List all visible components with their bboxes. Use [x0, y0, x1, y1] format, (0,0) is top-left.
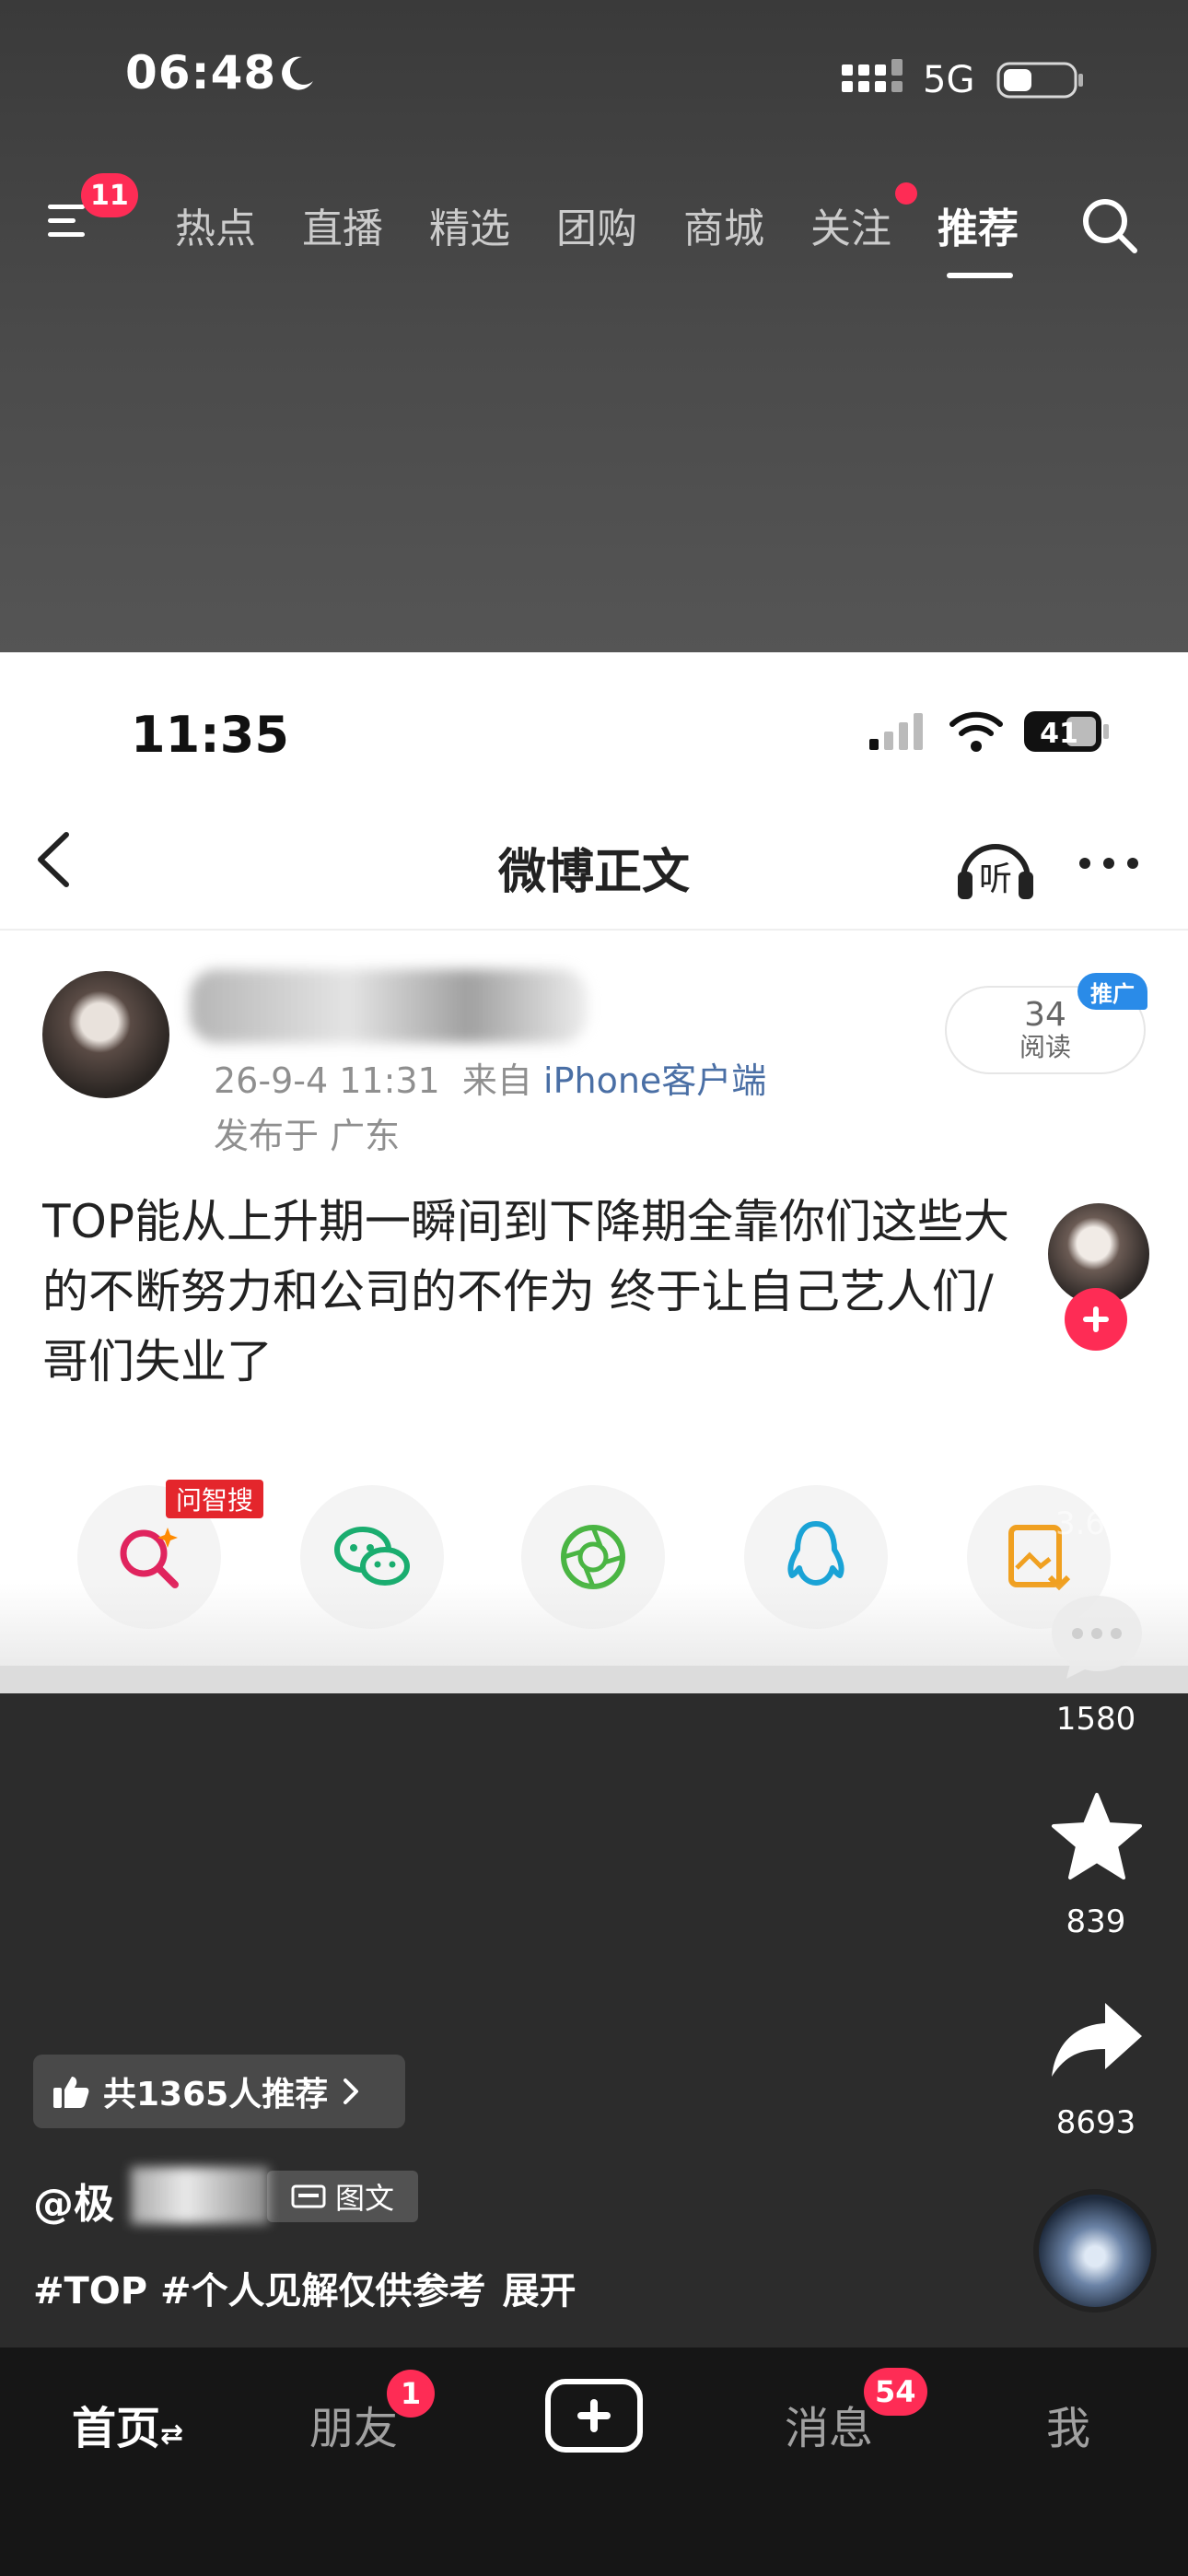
- weibo-post-meta: 26-9-4 11:31 来自 iPhone客户端: [214, 1052, 766, 1103]
- create-post-button[interactable]: [545, 2379, 643, 2453]
- thumbs-up-icon: [53, 2077, 89, 2108]
- status-time: 06:48: [125, 46, 277, 100]
- plus-icon: [577, 2399, 611, 2432]
- hashtags-line: #TOP #个人见解仅供参考 展开: [33, 2261, 577, 2314]
- comment-icon[interactable]: [1046, 1590, 1147, 1682]
- plus-icon: [1083, 1306, 1109, 1332]
- expand-link[interactable]: 展开: [503, 2270, 577, 2313]
- post-type-label: 图文: [334, 2181, 394, 2216]
- battery-icon: [996, 62, 1083, 99]
- more-icon[interactable]: [1076, 849, 1142, 877]
- like-count: 3.6万: [1054, 1505, 1137, 1542]
- weibo-screenshot[interactable]: 11:35 41 微博正文 听 26-9-4 11:31 来自 iPhone客户…: [0, 652, 1188, 1693]
- weibo-battery-level: 41: [1040, 718, 1078, 750]
- recommend-pill[interactable]: 共1365人推荐: [33, 2055, 405, 2128]
- post-time: 26-9-4 11:31: [214, 1060, 440, 1101]
- signal-icon: [842, 59, 903, 92]
- tab-messages[interactable]: 消息: [785, 2392, 873, 2456]
- music-disc[interactable]: [1033, 2189, 1157, 2313]
- weibo-author-name-blurred: [190, 969, 588, 1043]
- read-count: 34: [1024, 996, 1066, 1034]
- headphones-icon[interactable]: 听: [954, 829, 1037, 903]
- post-location: 发布于 广东: [214, 1116, 401, 1156]
- post-type-tag: 图文: [267, 2171, 418, 2222]
- like-icon[interactable]: [1046, 1389, 1147, 1481]
- read-label: 阅读: [1019, 1032, 1071, 1062]
- tab-friends[interactable]: 朋友: [309, 2392, 398, 2456]
- search-icon[interactable]: [1077, 193, 1142, 258]
- tab-featured[interactable]: 精选: [429, 195, 510, 254]
- tab-following[interactable]: 关注: [810, 195, 891, 254]
- follow-button[interactable]: [1065, 1288, 1127, 1351]
- chevron-right-icon: [344, 2078, 359, 2104]
- body-line: 哥们失业了: [42, 1335, 273, 1388]
- moon-icon: [282, 56, 313, 90]
- following-dot: [895, 182, 917, 205]
- weibo-author-avatar[interactable]: [42, 971, 169, 1098]
- network-label: 5G: [923, 59, 975, 101]
- body-line: 的不断努力和公司的不作为 终于让自己艺人们/: [42, 1265, 994, 1318]
- bottom-tab-bar: 首页⇄ 朋友 1 消息 54 我: [0, 2348, 1188, 2576]
- weibo-battery-icon: 41: [1024, 711, 1109, 752]
- ai-search-badge: 问智搜: [166, 1480, 263, 1518]
- weibo-status-time: 11:35: [131, 706, 289, 764]
- refresh-swap-icon: ⇄: [160, 2418, 184, 2451]
- weibo-signal-icon: [869, 713, 923, 750]
- share-count: 8693: [1055, 2104, 1136, 2141]
- recommend-text: 共1365人推荐: [103, 2076, 329, 2113]
- image-text-icon: [291, 2184, 326, 2208]
- bottom-strip: [0, 1666, 1188, 1693]
- tab-hot[interactable]: 热点: [175, 195, 256, 254]
- tab-home[interactable]: 首页⇄: [72, 2392, 183, 2456]
- messages-badge: 54: [864, 2368, 927, 2416]
- tab-group-buy[interactable]: 团购: [556, 195, 637, 254]
- favorite-star-icon[interactable]: [1046, 1791, 1147, 1883]
- tab-mall[interactable]: 商城: [683, 195, 764, 254]
- author-name-blurred: [131, 2167, 269, 2224]
- active-tab-indicator: [947, 273, 1013, 278]
- friends-badge: 1: [387, 2370, 435, 2418]
- hashtags[interactable]: #TOP #个人见解仅供参考: [33, 2270, 486, 2313]
- weibo-post-body: TOP能从上升期一瞬间到下降期全靠你们这些大 的不断努力和公司的不作为 终于让自…: [42, 1187, 1065, 1397]
- share-arrow-icon[interactable]: [1046, 1996, 1147, 2088]
- bottom-fade: [0, 1583, 1188, 1675]
- menu-badge: 11: [81, 173, 138, 217]
- post-source[interactable]: iPhone客户端: [543, 1060, 766, 1101]
- top-area: 06:48 5G 11 热点 直播 精选 团购 商城 关注 推荐: [0, 0, 1188, 652]
- tab-home-label: 首页: [72, 2403, 161, 2454]
- header-divider: [0, 929, 1188, 931]
- comment-count: 1580: [1055, 1701, 1136, 1738]
- tab-live[interactable]: 直播: [302, 195, 383, 254]
- weibo-wifi-icon: [949, 711, 1003, 752]
- body-line: TOP能从上升期一瞬间到下降期全靠你们这些大: [42, 1195, 1010, 1248]
- promo-tag: 推广: [1077, 973, 1147, 1010]
- tab-me[interactable]: 我: [1046, 2392, 1090, 2456]
- listen-label: 听: [979, 861, 1012, 898]
- tab-recommend[interactable]: 推荐: [938, 195, 1019, 254]
- favorite-count: 839: [1066, 1903, 1126, 1940]
- source-prefix: 来自: [461, 1060, 532, 1101]
- author-name[interactable]: @极: [33, 2171, 114, 2230]
